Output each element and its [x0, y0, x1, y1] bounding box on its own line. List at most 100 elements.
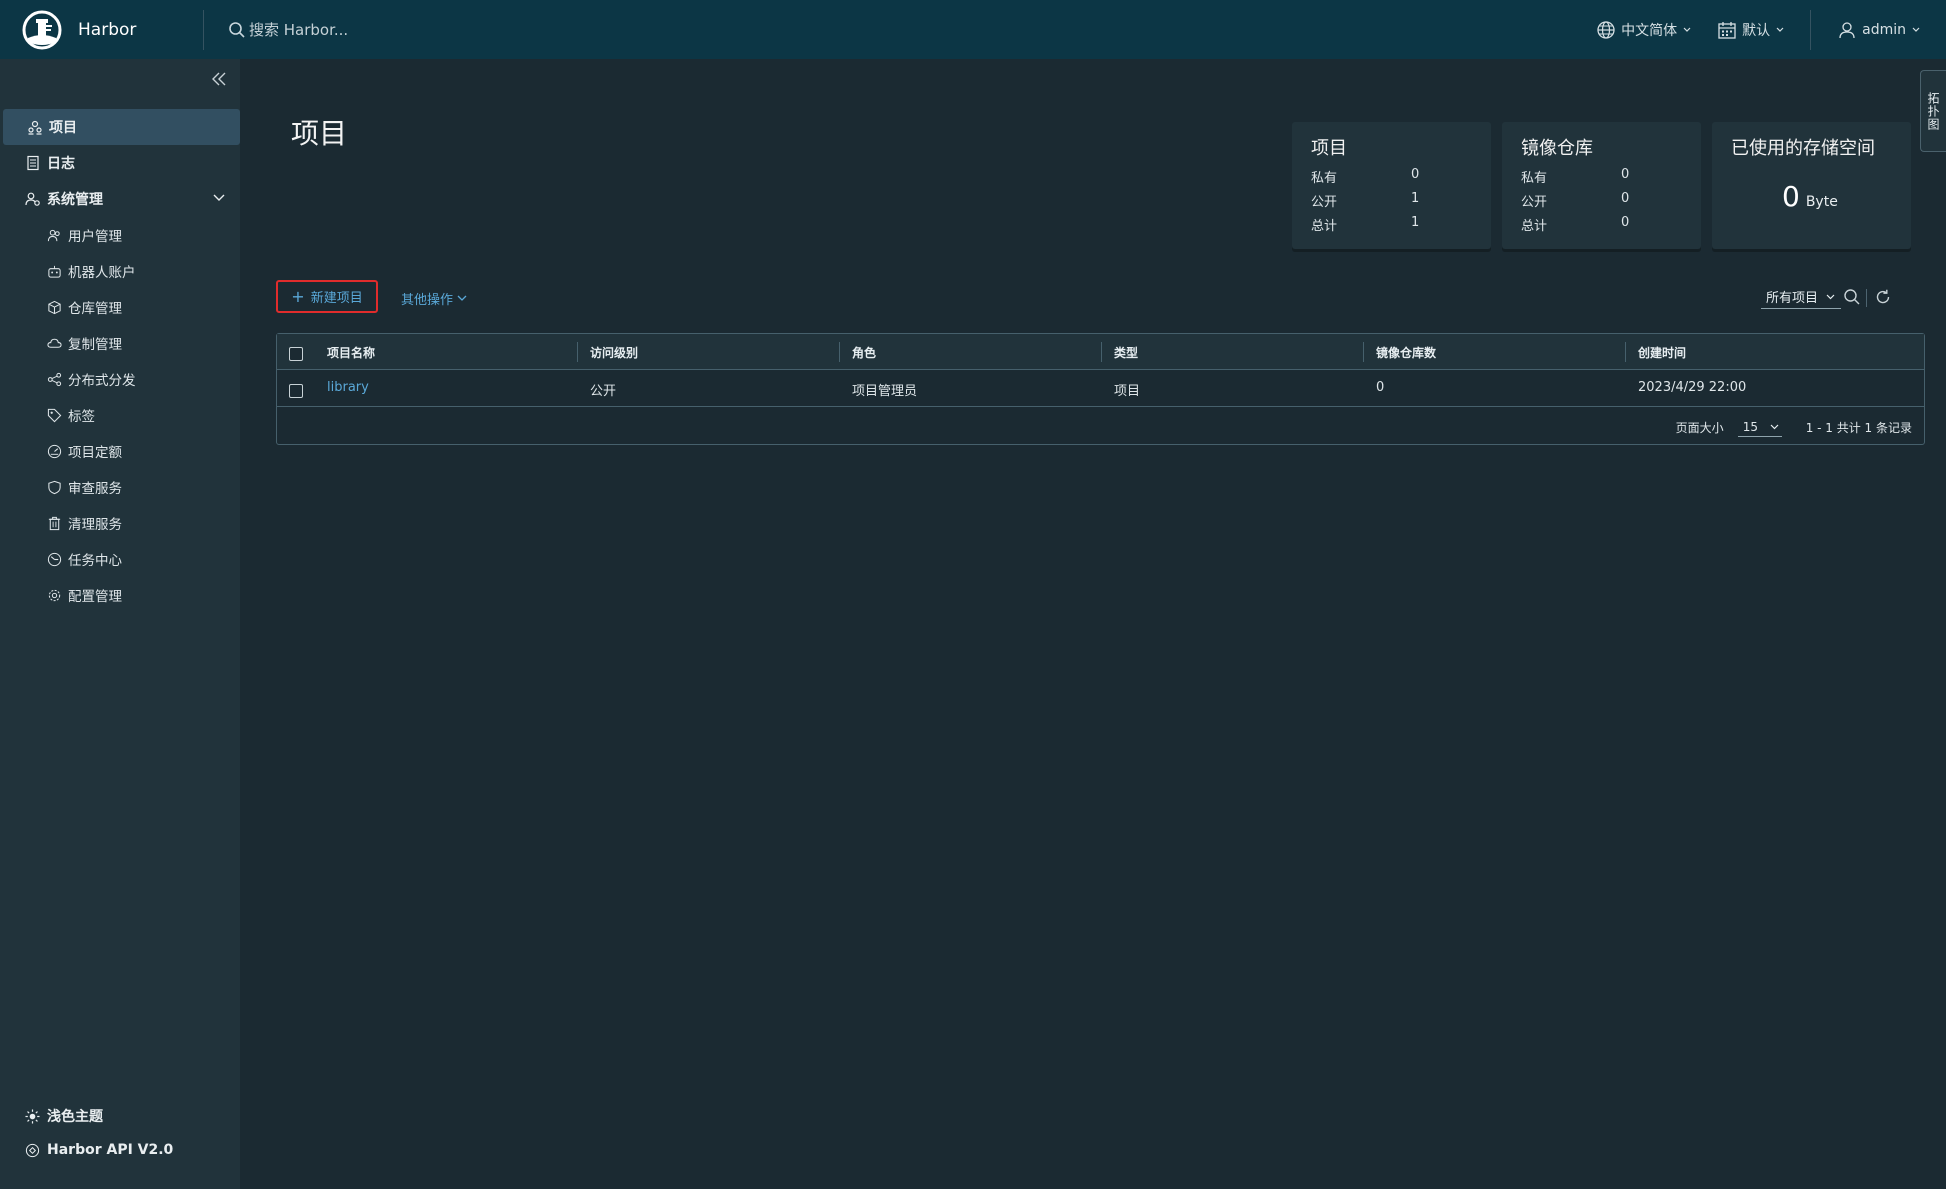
sidebar-item-label: 审查服务 [68, 481, 122, 497]
sidebar-item-replications[interactable]: 复制管理 [0, 325, 240, 361]
sidebar-item-administration[interactable]: 系统管理 [0, 181, 240, 217]
sidebar-item-label: 用户管理 [68, 229, 122, 245]
storage-value: 0 [1782, 180, 1800, 213]
datetime-format-label: 默认 [1742, 22, 1771, 39]
row-value: 0 [1411, 167, 1420, 182]
sidebar-item-logs[interactable]: 日志 [0, 145, 240, 181]
other-actions-dropdown[interactable]: 其他操作 [401, 289, 467, 308]
sidebar-item-robot-accounts[interactable]: 机器人账户 [0, 253, 240, 289]
row-checkbox[interactable] [289, 384, 303, 398]
private-projects-row: 私有 0 [1311, 167, 1461, 186]
theme-toggle-label: 浅色主题 [47, 1109, 103, 1125]
pagination-info: 1 - 1 共计 1 条记录 [1805, 420, 1912, 435]
row-label: 总计 [1521, 219, 1548, 234]
card-title: 镜像仓库 [1521, 138, 1593, 159]
new-project-button[interactable]: + 新建项目 [276, 280, 378, 313]
global-search[interactable]: 搜索 Harbor... [228, 19, 348, 40]
sidebar-item-label: 清理服务 [68, 517, 122, 533]
column-header-role[interactable]: 角色 [852, 344, 876, 361]
sidebar-item-label: 项目 [49, 120, 77, 136]
collapse-sidebar-icon[interactable] [211, 71, 227, 87]
repositories-summary-card: 镜像仓库 私有 0 公开 0 总计 0 [1502, 122, 1701, 249]
api-icon [25, 1143, 40, 1158]
search-input[interactable]: 搜索 Harbor... [249, 19, 348, 40]
calendar-icon [1717, 20, 1737, 40]
column-divider [1363, 342, 1364, 362]
row-value: 1 [1411, 191, 1420, 206]
sun-icon [25, 1108, 40, 1124]
column-header-access[interactable]: 访问级别 [590, 344, 638, 361]
sidebar-item-label: 项目定额 [68, 445, 122, 461]
card-title: 项目 [1311, 138, 1347, 159]
sidebar-item-job-service[interactable]: 任务中心 [0, 541, 240, 577]
plus-icon: + [291, 286, 305, 306]
sidebar-item-distributions[interactable]: 分布式分发 [0, 361, 240, 397]
column-divider [1101, 342, 1102, 362]
select-all-checkbox[interactable] [289, 347, 303, 361]
share-icon [46, 371, 62, 387]
user-icon [1837, 20, 1857, 40]
admin-users-icon [25, 191, 41, 207]
theme-toggle[interactable]: 浅色主题 [25, 1106, 103, 1126]
chevron-down-icon [457, 295, 467, 302]
access-level-cell: 公开 [590, 384, 617, 399]
total-repos-row: 总计 0 [1521, 215, 1671, 234]
refresh-icon[interactable] [1874, 288, 1892, 306]
row-value: 0 [1621, 191, 1630, 206]
cube-icon [46, 299, 62, 315]
project-name-link[interactable]: library [327, 380, 369, 395]
robot-icon [46, 263, 62, 279]
sidebar-item-project-quotas[interactable]: 项目定额 [0, 433, 240, 469]
sidebar-item-labels[interactable]: 标签 [0, 397, 240, 433]
globe-icon [1596, 20, 1616, 40]
chevron-down-icon [1912, 27, 1920, 33]
sidebar-item-interrogation-services[interactable]: 审查服务 [0, 469, 240, 505]
language-label: 中文简体 [1621, 22, 1678, 39]
datetime-format-switcher[interactable]: 默认 [1717, 20, 1784, 40]
sidebar-item-clean-up[interactable]: 清理服务 [0, 505, 240, 541]
sidebar-item-user-management[interactable]: 用户管理 [0, 217, 240, 253]
sidebar-item-label: 仓库管理 [68, 301, 122, 317]
header-divider [203, 9, 204, 50]
cloud-icon [46, 335, 62, 351]
row-value: 0 [1621, 215, 1630, 230]
language-switcher[interactable]: 中文简体 [1596, 20, 1691, 40]
column-header-repo-count[interactable]: 镜像仓库数 [1376, 344, 1436, 361]
top-header: Harbor 搜索 Harbor... 中文简体 默认 admin [0, 0, 1946, 59]
row-value: 1 [1411, 215, 1420, 230]
column-header-created[interactable]: 创建时间 [1638, 344, 1686, 361]
sidebar-item-label: 复制管理 [68, 337, 122, 353]
row-value: 0 [1621, 167, 1630, 182]
sidebar-item-label: 分布式分发 [68, 373, 136, 389]
chevron-down-icon [1826, 294, 1835, 300]
sidebar-item-projects[interactable]: 项目 [3, 109, 240, 145]
storage-used: 0 Byte [1782, 180, 1838, 213]
toolbar-divider [1866, 289, 1867, 307]
topology-side-tab[interactable]: 拓扑图 [1920, 70, 1946, 152]
projects-summary-card: 项目 私有 0 公开 1 总计 1 [1292, 122, 1491, 249]
column-header-name[interactable]: 项目名称 [327, 344, 375, 361]
column-divider [839, 342, 840, 362]
column-header-type[interactable]: 类型 [1114, 344, 1138, 361]
api-explorer-link[interactable]: Harbor API V2.0 [25, 1142, 173, 1158]
storage-unit: Byte [1805, 194, 1838, 210]
sidebar-item-configuration[interactable]: 配置管理 [0, 577, 240, 613]
page-size-select[interactable]: 15 [1737, 417, 1782, 437]
public-projects-row: 公开 1 [1311, 191, 1461, 210]
chevron-down-icon [1776, 27, 1784, 33]
project-filter-select[interactable]: 所有项目 [1761, 285, 1841, 309]
table-header: 项目名称 访问级别 角色 类型 镜像仓库数 创建时间 [277, 334, 1924, 370]
role-cell: 项目管理员 [852, 384, 918, 399]
search-icon [228, 21, 246, 39]
side-tab-label: 拓扑图 [1926, 91, 1940, 131]
header-divider [1810, 9, 1812, 50]
repo-count-cell: 0 [1376, 380, 1385, 395]
user-menu[interactable]: admin [1837, 20, 1920, 40]
sidebar-item-label: 机器人账户 [68, 265, 136, 281]
row-label: 私有 [1311, 171, 1338, 186]
brand[interactable]: Harbor [0, 0, 203, 59]
header-actions: 中文简体 默认 admin [1596, 0, 1946, 59]
search-icon[interactable] [1843, 288, 1861, 306]
sidebar-item-registries[interactable]: 仓库管理 [0, 289, 240, 325]
row-label: 私有 [1521, 171, 1548, 186]
